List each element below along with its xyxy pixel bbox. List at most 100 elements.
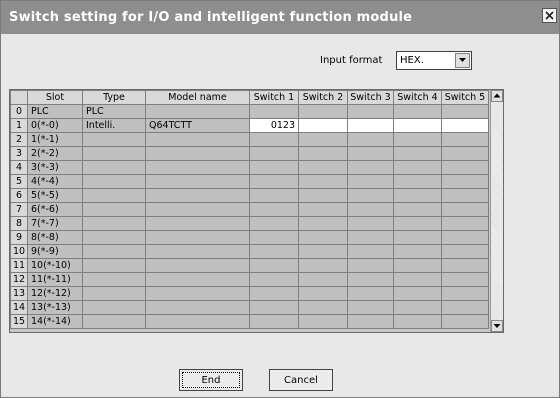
header-row: Slot Type Model name Switch 1 Switch 2 S… [10, 90, 489, 105]
type-cell [82, 300, 146, 315]
close-icon [545, 11, 554, 20]
model-name-cell [145, 216, 250, 231]
switch-5-cell [441, 174, 489, 189]
switch-2-cell [298, 146, 348, 161]
switch-5-cell [441, 104, 489, 119]
table-row[interactable]: 12 11(*-11) [10, 272, 489, 287]
switch-3-cell [347, 174, 394, 189]
slot-cell: 2(*-2) [27, 146, 83, 161]
type-cell [82, 160, 146, 175]
table-row[interactable]: 4 3(*-3) [10, 160, 489, 175]
slot-cell: PLC [27, 104, 83, 119]
switch-1-cell [249, 104, 299, 119]
row-number: 12 [10, 272, 28, 287]
switch-4-cell [393, 146, 442, 161]
col-header-switch-2: Switch 2 [298, 90, 348, 105]
table-row[interactable]: 14 13(*-13) [10, 300, 489, 315]
switch-4-cell [393, 258, 442, 273]
switch-4-cell[interactable] [393, 118, 442, 133]
switch-4-cell [393, 216, 442, 231]
model-name-cell [145, 202, 250, 217]
model-name-cell [145, 174, 250, 189]
model-name-cell [145, 314, 250, 329]
slot-cell: 1(*-1) [27, 132, 83, 147]
table-row[interactable]: 5 4(*-4) [10, 174, 489, 189]
window-title: Switch setting for I/O and intelligent f… [9, 10, 413, 25]
type-cell [82, 202, 146, 217]
slot-cell: 11(*-11) [27, 272, 83, 287]
row-number: 9 [10, 230, 28, 245]
row-number: 14 [10, 300, 28, 315]
switch-2-cell [298, 244, 348, 259]
slot-cell: 13(*-13) [27, 300, 83, 315]
switch-1-cell [249, 174, 299, 189]
table-row[interactable]: 6 5(*-5) [10, 188, 489, 203]
close-button[interactable] [542, 8, 557, 23]
slot-cell: 8(*-8) [27, 230, 83, 245]
model-name-cell [145, 160, 250, 175]
row-number: 2 [10, 132, 28, 147]
type-cell [82, 286, 146, 301]
model-name-cell [145, 230, 250, 245]
switch-5-cell [441, 314, 489, 329]
table-row[interactable]: 9 8(*-8) [10, 230, 489, 245]
model-name-cell [145, 132, 250, 147]
input-format-label: Input format [320, 55, 383, 66]
table-row[interactable]: 15 14(*-14) [10, 314, 489, 329]
switch-3-cell[interactable] [347, 118, 394, 133]
table-row[interactable]: 8 7(*-7) [10, 216, 489, 231]
switch-1-cell [249, 314, 299, 329]
table-row[interactable]: 1 0(*-0) Intelli. Q64TCTT 0123 [10, 118, 489, 133]
switch-1-cell [249, 230, 299, 245]
switch-4-cell [393, 314, 442, 329]
table-row[interactable]: 13 12(*-12) [10, 286, 489, 301]
row-number: 15 [10, 314, 28, 329]
switch-1-cell [249, 202, 299, 217]
arrow-up-icon [493, 93, 501, 98]
table-row[interactable]: 0 PLC PLC [10, 104, 489, 119]
table-row[interactable]: 10 9(*-9) [10, 244, 489, 259]
switch-3-cell [347, 300, 394, 315]
switch-5-cell [441, 146, 489, 161]
scroll-track[interactable] [491, 102, 503, 320]
switch-2-cell [298, 230, 348, 245]
vertical-scrollbar[interactable] [490, 90, 503, 332]
switch-2-cell [298, 132, 348, 147]
input-format-select[interactable]: HEX. [396, 51, 472, 70]
switch-3-cell [347, 286, 394, 301]
switch-4-cell [393, 202, 442, 217]
switch-5-cell [441, 216, 489, 231]
row-number: 5 [10, 174, 28, 189]
switch-2-cell [298, 258, 348, 273]
switch-4-cell [393, 272, 442, 287]
switch-1-cell[interactable]: 0123 [249, 118, 299, 133]
title-bar: Switch setting for I/O and intelligent f… [1, 1, 559, 34]
switch-5-cell[interactable] [441, 118, 489, 133]
type-cell [82, 174, 146, 189]
switch-1-cell [249, 300, 299, 315]
switch-2-cell [298, 160, 348, 175]
switch-2-cell [298, 314, 348, 329]
col-header-type: Type [82, 90, 146, 105]
cancel-button[interactable]: Cancel [269, 369, 333, 391]
type-cell [82, 314, 146, 329]
end-button[interactable]: End [179, 369, 243, 391]
switch-2-cell[interactable] [298, 118, 348, 133]
table-row[interactable]: 11 10(*-10) [10, 258, 489, 273]
table-row[interactable]: 2 1(*-1) [10, 132, 489, 147]
col-header-switch-1: Switch 1 [249, 90, 299, 105]
switch-4-cell [393, 160, 442, 175]
slot-cell: 3(*-3) [27, 160, 83, 175]
switch-1-cell [249, 244, 299, 259]
table-row[interactable]: 3 2(*-2) [10, 146, 489, 161]
scroll-down-button[interactable] [491, 320, 503, 332]
model-name-cell [145, 244, 250, 259]
table-row[interactable]: 7 6(*-6) [10, 202, 489, 217]
model-name-cell [145, 146, 250, 161]
dropdown-button[interactable] [455, 53, 470, 68]
type-cell [82, 188, 146, 203]
col-header-switch-5: Switch 5 [441, 90, 489, 105]
scroll-up-button[interactable] [491, 90, 503, 102]
col-header-slot: Slot [27, 90, 83, 105]
row-number: 1 [10, 118, 28, 133]
